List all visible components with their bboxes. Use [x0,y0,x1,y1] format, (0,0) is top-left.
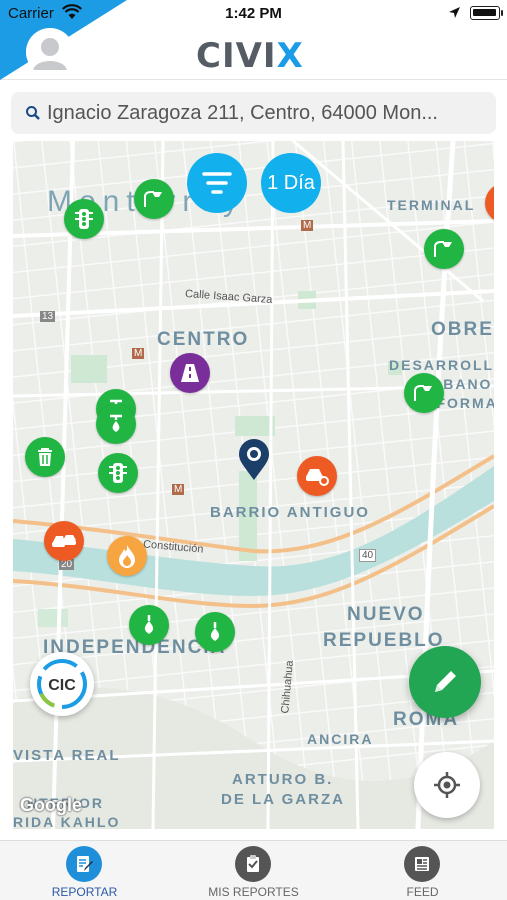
clock: 1:42 PM [225,5,282,22]
traffic-light-report-pin[interactable] [64,199,104,239]
route-40-badge: 40 [359,549,377,562]
road-report-pin[interactable] [170,353,210,393]
civix-logo: CIVIX [196,36,304,76]
metro-station-icon: M [132,348,145,359]
fire-report-pin[interactable] [107,536,147,576]
battery-cap [501,10,503,16]
filter-button[interactable] [187,153,247,213]
tab-reportar[interactable]: REPORTAR [0,841,169,900]
collision-report-pin[interactable] [44,521,84,561]
status-bar: Carrier 1:42 PM [0,0,507,28]
trash-report-pin[interactable] [25,437,65,477]
cic-label: CIC [48,677,76,694]
civix-app: Carrier 1:42 PM CIVIX Ignacio Zaragoza 2… [0,0,507,900]
new-report-button[interactable] [409,646,481,718]
map-label-desarrollo-1: DESARROLLO [389,357,494,373]
selected-location-marker[interactable] [237,439,271,481]
my-location-button[interactable] [414,752,480,818]
location-arrow-icon [448,6,461,24]
logo-text: CIVI [196,36,277,76]
battery-icon [470,6,500,20]
map-label-arturo-1: ARTURO B. [232,771,334,788]
route-13-badge: 13 [40,311,56,322]
cic-logo-icon: CIC [37,659,87,709]
tab-label: MIS REPORTES [208,885,299,899]
map-label-vista-real: VISTA REAL [13,747,121,764]
user-avatar[interactable] [26,28,74,76]
vehicle-incident-report-pin[interactable] [297,456,337,496]
map-label-repueblo: REPUEBLO [323,630,445,651]
traffic-light-report-pin[interactable] [98,453,138,493]
map-label-obrera: OBRE [431,319,494,340]
google-attribution: Google [20,795,82,815]
address-search-input[interactable] [47,92,487,134]
newspaper-icon [404,846,440,882]
streetlight-report-pin[interactable] [424,229,464,269]
water-leak-report-pin[interactable] [129,605,169,645]
map-label-nuevo: NUEVO [347,604,425,625]
filter-icon [202,172,232,194]
tab-label: REPORTAR [51,885,118,899]
crosshair-icon [434,772,460,798]
map-label-terminal: TERMINAL [387,197,476,213]
cic-button[interactable]: CIC [30,652,94,716]
streetlight-report-pin[interactable] [134,179,174,219]
map-label-barrio-antiguo: BARRIO ANTIGUO [210,504,370,521]
map-label-ancira: ANCIRA [307,731,374,747]
tab-label: FEED [406,885,439,899]
metro-station-icon: M [172,484,185,495]
map-label-centro: CENTRO [157,329,250,350]
address-search-bar[interactable] [11,92,496,134]
tab-mis-reportes[interactable]: MIS REPORTES [169,841,338,900]
map-view[interactable]: Monterrey TERMINAL CENTRO OBRE DESARROLL… [13,141,494,829]
streetlight-report-pin[interactable] [404,373,444,413]
water-leak-report-pin[interactable] [96,404,136,444]
clipboard-icon [235,846,271,882]
logo-accent: X [276,36,304,76]
day-filter-button[interactable]: 1 Día [261,153,321,213]
metro-station-icon: M [301,220,314,231]
map-label-frida-2: RIDA KAHLO [13,814,121,829]
water-leak-report-pin[interactable] [195,612,235,652]
map-label-arturo-2: DE LA GARZA [221,791,345,808]
pencil-icon [435,671,456,692]
tab-bar: REPORTAR MIS REPORTES FEED [0,840,507,900]
app-header: Carrier 1:42 PM CIVIX [0,0,507,80]
search-icon [25,105,41,126]
report-form-icon [66,846,102,882]
tab-feed[interactable]: FEED [338,841,507,900]
